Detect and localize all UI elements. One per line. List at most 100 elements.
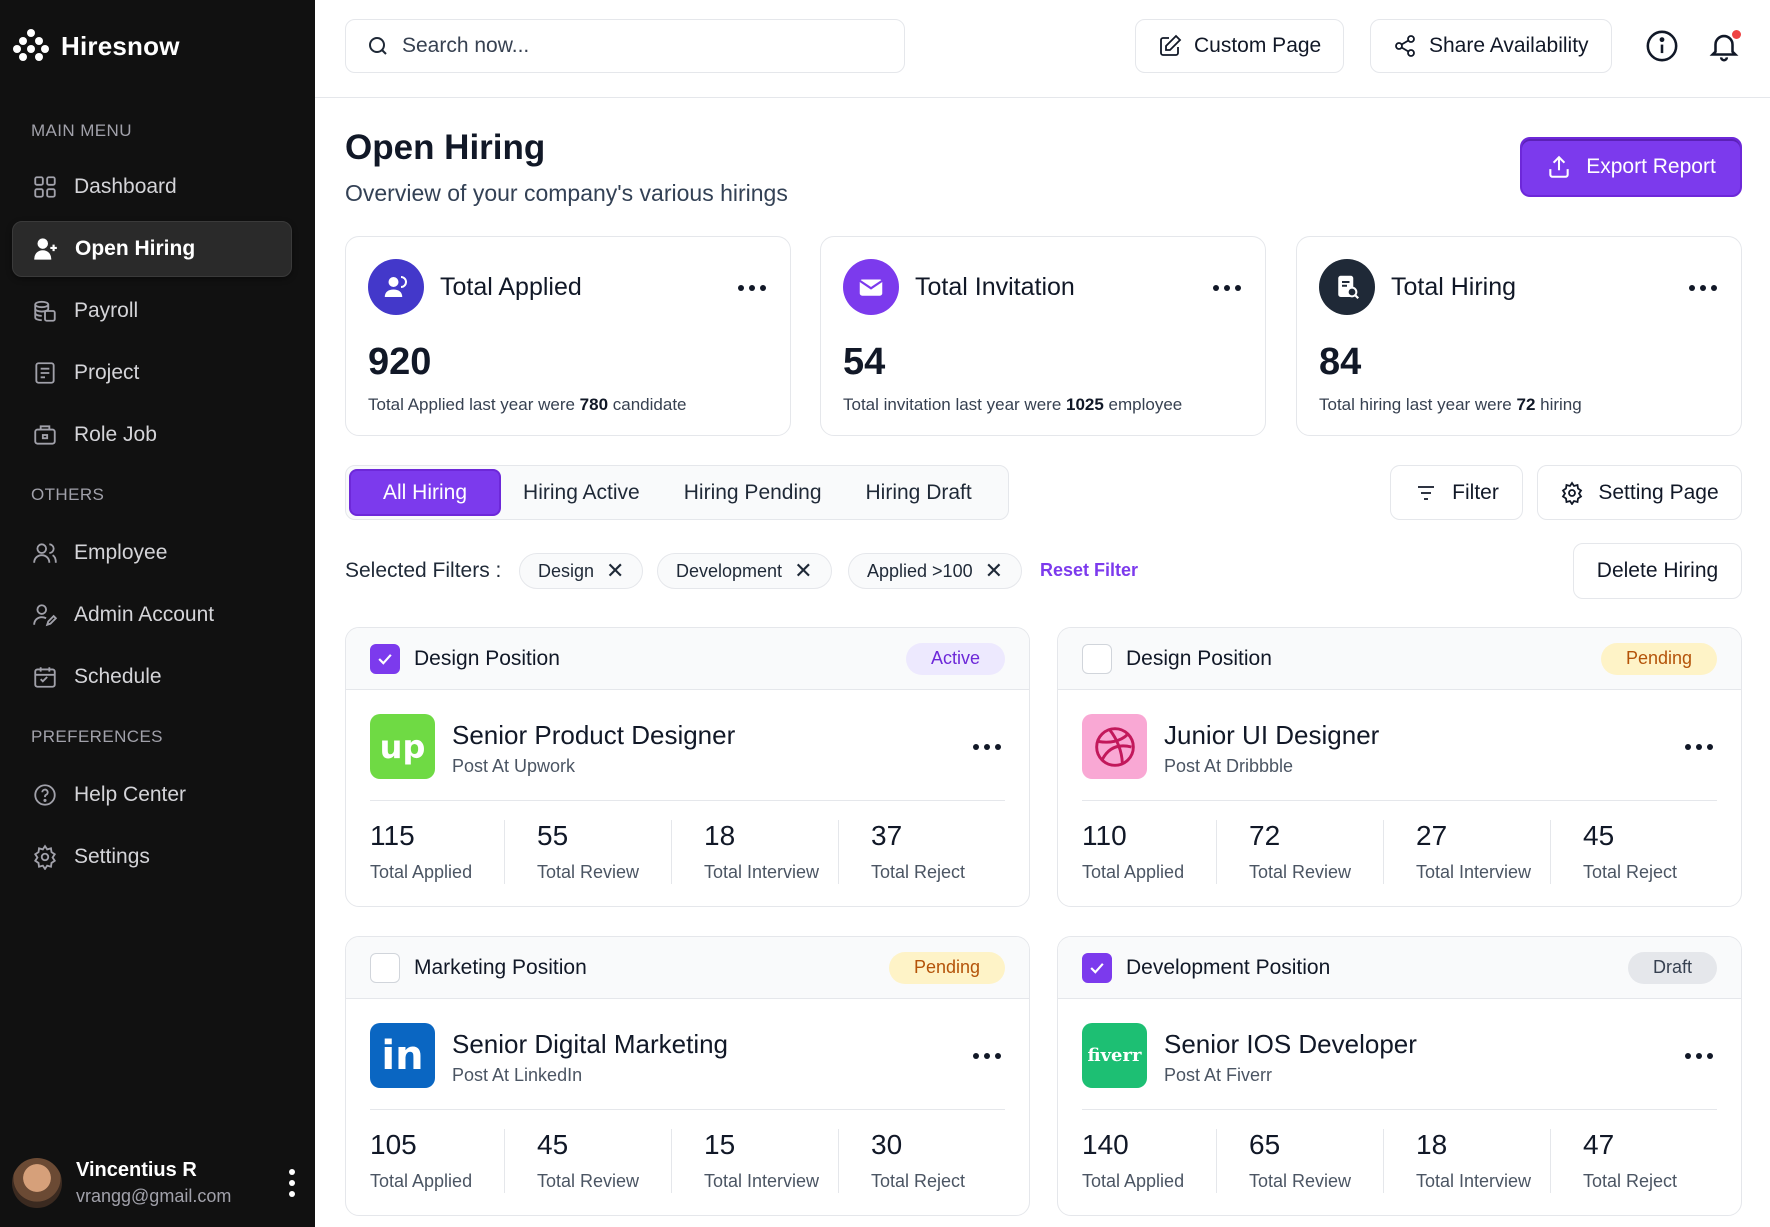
sidebar-item-role-job[interactable]: Role Job [12,407,292,463]
sidebar-item-dashboard[interactable]: Dashboard [12,159,292,215]
hiring-card[interactable]: Design Position Active up Senior Product… [345,627,1030,907]
card-checkbox[interactable] [370,643,400,674]
divider [370,800,1005,801]
bell-icon[interactable] [1705,27,1743,65]
job-title: Senior Digital Marketing [452,1029,729,1059]
card-header: Development Position Draft [1058,937,1741,999]
tab-hiring-active[interactable]: Hiring Active [501,469,662,516]
section-preferences: PREFERENCES [31,727,163,746]
reset-filter-link[interactable]: Reset Filter [1040,560,1138,581]
check-icon [378,653,392,665]
sidebar-item-label: Payroll [74,299,139,322]
search-box[interactable] [345,19,905,73]
export-report-button[interactable]: Export Report [1520,137,1742,197]
setting-page-label: Setting Page [1598,480,1719,504]
sidebar-item-project[interactable]: Project [12,345,292,401]
brand-name: Hiresnow [61,30,180,61]
sidebar-item-help-center[interactable]: Help Center [12,767,292,823]
metric-value: 30 [871,1129,903,1160]
metric-label: Total Interview [704,862,820,882]
filter-chip: Design ✕ [519,553,644,589]
tab-hiring-pending[interactable]: Hiring Pending [662,469,844,516]
sidebar-item-admin-account[interactable]: Admin Account [12,587,292,643]
user-profile[interactable]: Vincentius R vrangg@gmail.com [12,1155,297,1211]
sidebar-item-label: Open Hiring [75,237,196,260]
notification-dot [1732,30,1741,39]
card-metrics: 115 Total Applied 55 Total Review 18 Total … [370,820,1005,884]
stat-value: 920 [368,341,432,383]
metric-value: 72 [1249,820,1281,851]
close-icon[interactable]: ✕ [794,560,812,582]
sidebar-item-payroll[interactable]: Payroll [12,283,292,339]
more-options-icon[interactable] [1213,285,1241,291]
tab-hiring-draft[interactable]: Hiring Draft [844,469,994,516]
filter-button[interactable]: Filter [1390,465,1523,520]
metric: 45 Total Reject [1550,820,1717,884]
more-options-icon[interactable] [1685,1053,1713,1059]
check-icon [1090,962,1104,974]
filter-icon [1418,485,1435,500]
status-badge: Draft [1627,951,1717,984]
user-email: vrangg@gmail.com [76,1186,232,1206]
more-vertical-icon[interactable] [287,1169,297,1197]
more-options-icon[interactable] [973,744,1001,750]
card-checkbox[interactable] [1082,952,1112,983]
delete-hiring-button[interactable]: Delete Hiring [1573,543,1742,599]
job-source: Post At Dribbble [1164,756,1294,776]
topbar: Custom Page Share Availability [315,0,1770,98]
stat-title: Total Invitation [915,273,1075,301]
close-icon[interactable]: ✕ [606,560,624,582]
setting-page-button[interactable]: Setting Page [1537,465,1742,520]
hiring-card[interactable]: Development Position Draft fiverr Senior… [1057,936,1742,1216]
hiring-card[interactable]: Marketing Position Pending in Senior Dig… [345,936,1030,1216]
card-checkbox[interactable] [370,952,400,983]
card-header: Design Position Pending [1058,628,1741,690]
job-source: Post At Upwork [452,756,576,776]
selected-filters-label: Selected Filters : [345,559,502,582]
hiring-card[interactable]: Design Position Pending Junior UI Design… [1057,627,1742,907]
job-title: Senior Product Designer [452,720,736,750]
metric-label: Total Review [1249,1171,1352,1191]
metric-value: 18 [1416,1129,1448,1160]
more-options-icon[interactable] [973,1053,1001,1059]
close-icon[interactable]: ✕ [985,560,1003,582]
card-metrics: 110 Total Applied 72 Total Review 27 Total … [1082,820,1717,884]
metric: 55 Total Review [504,820,671,884]
info-icon[interactable] [1643,27,1681,65]
card-category: Design Position [1126,646,1272,670]
metric: 140 Total Applied [1082,1129,1216,1193]
metric: 18 Total Interview [1383,1129,1550,1193]
filter-chip: Development ✕ [657,553,832,589]
metric: 15 Total Interview [671,1129,838,1193]
more-options-icon[interactable] [1689,285,1717,291]
sidebar-item-settings[interactable]: Settings [12,829,292,885]
metric-label: Total Applied [1082,1171,1185,1191]
metric: 37 Total Reject [838,820,1005,884]
user-edit-icon [33,604,58,627]
coins-icon [34,300,56,322]
sidebar-item-schedule[interactable]: Schedule [12,649,292,705]
metric-label: Total Reject [1583,1171,1678,1191]
sidebar-item-employee[interactable]: Employee [12,525,292,581]
avatar [12,1158,62,1208]
metric-label: Total Review [537,1171,640,1191]
tab-all-hiring[interactable]: All Hiring [349,469,502,516]
stat-value: 54 [843,341,886,383]
briefcase-icon [34,425,56,445]
search-input[interactable] [402,34,872,58]
sidebar: Hiresnow MAIN MENU Dashboard Open Hiring… [0,0,315,1227]
metric-label: Total Review [537,862,640,882]
more-options-icon[interactable] [738,285,766,291]
card-checkbox[interactable] [1082,643,1112,674]
metric-value: 37 [871,820,903,851]
gear-icon [33,844,57,870]
brand[interactable]: Hiresnow [13,28,180,64]
metric-label: Total Applied [1082,862,1185,882]
metric-label: Total Review [1249,862,1352,882]
metric-label: Total Applied [370,1171,473,1191]
more-options-icon[interactable] [1685,744,1713,750]
custom-page-button[interactable]: Custom Page [1135,19,1345,73]
metric-value: 110 [1082,820,1127,851]
sidebar-item-open-hiring[interactable]: Open Hiring [12,221,292,277]
share-availability-button[interactable]: Share Availability [1370,19,1612,73]
